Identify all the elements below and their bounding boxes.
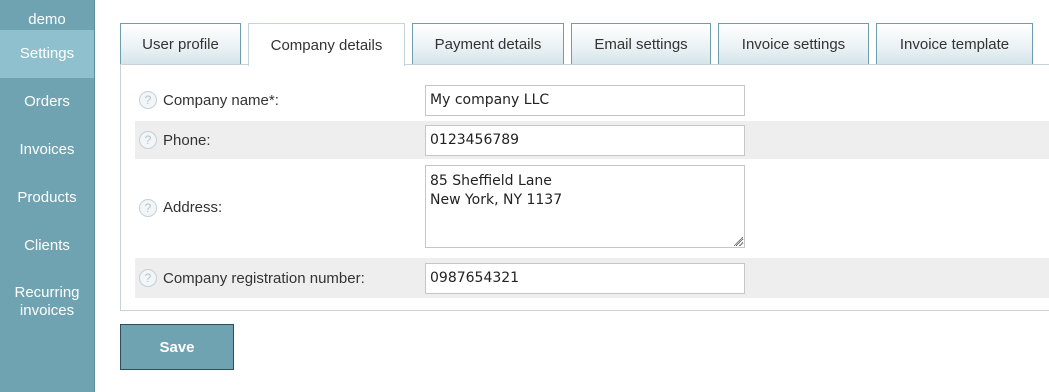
address-textarea[interactable]: 85 Sheffield Lane New York, NY 1137 bbox=[425, 165, 745, 248]
tab-email-settings[interactable]: Email settings bbox=[571, 23, 711, 65]
tab-payment-details[interactable]: Payment details bbox=[412, 23, 564, 65]
sidebar-item-settings[interactable]: Settings bbox=[0, 30, 94, 78]
sidebar-item-clients[interactable]: Clients bbox=[0, 222, 94, 270]
help-icon[interactable]: ? bbox=[139, 131, 157, 149]
phone-label: Phone: bbox=[163, 131, 211, 149]
registration-number-input[interactable] bbox=[425, 262, 745, 294]
main-content: User profile Company details Payment det… bbox=[96, 0, 1049, 392]
company-name-input[interactable] bbox=[425, 84, 745, 116]
save-button[interactable]: Save bbox=[120, 324, 234, 370]
phone-input[interactable] bbox=[425, 124, 745, 156]
sidebar-item-invoices[interactable]: Invoices bbox=[0, 126, 94, 174]
help-icon[interactable]: ? bbox=[139, 198, 157, 217]
help-icon[interactable]: ? bbox=[139, 91, 157, 109]
help-icon[interactable]: ? bbox=[139, 269, 157, 287]
form-row-registration-number: ? Company registration number: bbox=[135, 258, 1049, 298]
resize-grip-icon[interactable] bbox=[734, 237, 743, 246]
form-row-company-name: ? Company name*: bbox=[135, 82, 1049, 118]
sidebar-item-products[interactable]: Products bbox=[0, 174, 94, 222]
tab-invoice-settings[interactable]: Invoice settings bbox=[718, 23, 869, 65]
sidebar-item-orders[interactable]: Orders bbox=[0, 78, 94, 126]
company-details-panel: ? Company name*: ? Phone: ? Address: 85 … bbox=[120, 64, 1049, 311]
tab-company-details[interactable]: Company details bbox=[248, 23, 405, 66]
company-name-label: Company name*: bbox=[163, 91, 279, 109]
address-label: Address: bbox=[163, 199, 223, 216]
sidebar: demo Settings Orders Invoices Products C… bbox=[0, 0, 95, 392]
settings-tabs: User profile Company details Payment det… bbox=[120, 23, 1040, 66]
address-field-wrapper: 85 Sheffield Lane New York, NY 1137 bbox=[425, 165, 745, 248]
form-row-address: ? Address: 85 Sheffield Lane New York, N… bbox=[135, 163, 1049, 252]
tab-user-profile[interactable]: User profile bbox=[120, 23, 241, 65]
registration-number-label: Company registration number: bbox=[163, 269, 365, 287]
tab-invoice-template[interactable]: Invoice template bbox=[876, 23, 1033, 65]
username-label: demo bbox=[28, 11, 66, 28]
form-row-phone: ? Phone: bbox=[135, 121, 1049, 159]
sidebar-item-recurring-invoices[interactable]: Recurring invoices bbox=[0, 270, 94, 328]
